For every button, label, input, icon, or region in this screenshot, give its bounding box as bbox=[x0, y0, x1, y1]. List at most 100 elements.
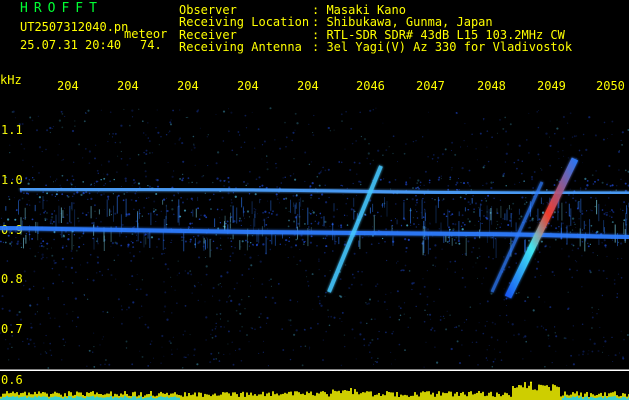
noise-dot bbox=[129, 157, 131, 160]
noise-dot bbox=[476, 257, 479, 259]
noise-dot bbox=[404, 238, 407, 241]
noise-dot bbox=[613, 283, 616, 285]
noise-dot bbox=[230, 201, 233, 204]
vertical-noise-streak bbox=[125, 198, 127, 217]
noise-dot bbox=[16, 128, 18, 130]
noise-dot bbox=[262, 243, 265, 246]
noise-dot bbox=[340, 226, 343, 229]
noise-dot bbox=[171, 175, 174, 178]
noise-dot bbox=[409, 317, 412, 319]
noise-dot bbox=[433, 300, 435, 303]
noise-dot bbox=[577, 247, 580, 250]
noise-dot bbox=[14, 230, 17, 233]
noise-dot bbox=[45, 184, 47, 187]
noise-dot bbox=[546, 201, 548, 203]
noise-dot bbox=[443, 317, 445, 319]
noise-dot bbox=[205, 216, 208, 219]
noise-dot bbox=[197, 282, 199, 284]
noise-dot bbox=[510, 208, 512, 210]
noise-dot bbox=[591, 311, 593, 314]
noise-dot bbox=[7, 234, 10, 237]
noise-dot bbox=[39, 323, 42, 325]
noise-dot bbox=[193, 146, 196, 149]
noise-dot bbox=[309, 185, 312, 188]
noise-dot bbox=[58, 119, 61, 122]
noise-dot bbox=[438, 176, 441, 179]
vertical-noise-streak bbox=[580, 198, 582, 213]
noise-dot bbox=[148, 185, 152, 188]
noise-dot bbox=[324, 201, 328, 204]
noise-dot bbox=[477, 220, 480, 223]
vertical-noise-streak bbox=[508, 205, 510, 210]
vertical-noise-streak bbox=[34, 204, 36, 212]
noise-dot bbox=[569, 188, 571, 190]
vertical-noise-streak bbox=[578, 201, 580, 213]
noise-dot bbox=[332, 250, 334, 252]
noise-dot bbox=[578, 218, 580, 220]
noise-dot bbox=[472, 266, 474, 268]
noise-dot bbox=[553, 326, 556, 328]
noise-dot bbox=[405, 143, 407, 145]
noise-dot bbox=[612, 211, 615, 213]
noise-dot bbox=[344, 264, 347, 266]
noise-dot bbox=[123, 193, 125, 195]
noise-dot bbox=[55, 180, 57, 182]
noise-dot bbox=[531, 178, 534, 181]
noise-dot bbox=[210, 352, 213, 355]
noise-dot bbox=[227, 343, 229, 345]
noise-dot bbox=[306, 276, 308, 278]
vertical-noise-streak bbox=[625, 212, 627, 226]
noise-dot bbox=[419, 181, 422, 184]
noise-dot bbox=[106, 311, 109, 314]
noise-dot bbox=[355, 140, 357, 142]
noise-dot bbox=[377, 357, 379, 359]
noise-dot bbox=[204, 192, 206, 194]
noise-dot bbox=[144, 233, 147, 236]
noise-dot bbox=[258, 352, 260, 354]
noise-dot bbox=[117, 155, 119, 157]
noise-dot bbox=[528, 226, 531, 229]
vertical-noise-streak bbox=[265, 236, 267, 255]
noise-dot bbox=[147, 196, 150, 199]
noise-dot bbox=[531, 219, 534, 222]
noise-dot bbox=[27, 343, 30, 345]
noise-dot bbox=[261, 158, 263, 160]
noise-dot bbox=[450, 347, 453, 351]
noise-dot bbox=[375, 107, 377, 109]
vertical-noise-streak bbox=[183, 231, 185, 252]
noise-dot bbox=[221, 286, 223, 288]
noise-dot bbox=[476, 159, 478, 161]
noise-dot bbox=[305, 269, 307, 272]
noise-dot bbox=[193, 354, 195, 356]
noise-dot bbox=[415, 199, 418, 202]
noise-dot bbox=[460, 182, 462, 184]
noise-dot bbox=[78, 221, 80, 223]
noise-dot bbox=[171, 349, 173, 351]
noise-dot bbox=[219, 217, 221, 219]
noise-dot bbox=[28, 179, 30, 181]
noise-dot bbox=[18, 123, 21, 126]
noise-dot bbox=[250, 264, 253, 267]
noise-dot bbox=[33, 270, 36, 273]
noise-dot bbox=[537, 126, 540, 129]
noise-dot bbox=[316, 175, 319, 178]
noise-dot bbox=[86, 298, 89, 300]
noise-dot bbox=[366, 157, 369, 160]
noise-dot bbox=[260, 199, 262, 201]
noise-dot bbox=[505, 341, 508, 343]
noise-dot bbox=[409, 177, 411, 179]
noise-dot bbox=[540, 325, 543, 328]
noise-dot bbox=[509, 123, 512, 126]
noise-dot bbox=[311, 273, 314, 276]
noise-dot bbox=[216, 208, 219, 210]
noise-dot bbox=[586, 184, 589, 187]
noise-dot bbox=[226, 301, 228, 303]
noise-dot bbox=[109, 111, 112, 113]
noise-dot bbox=[484, 325, 486, 327]
noise-dot bbox=[369, 341, 372, 344]
noise-dot bbox=[275, 162, 277, 165]
noise-dot bbox=[51, 193, 54, 196]
noise-dot bbox=[42, 287, 45, 289]
noise-dot bbox=[269, 239, 271, 242]
noise-dot bbox=[416, 182, 419, 184]
